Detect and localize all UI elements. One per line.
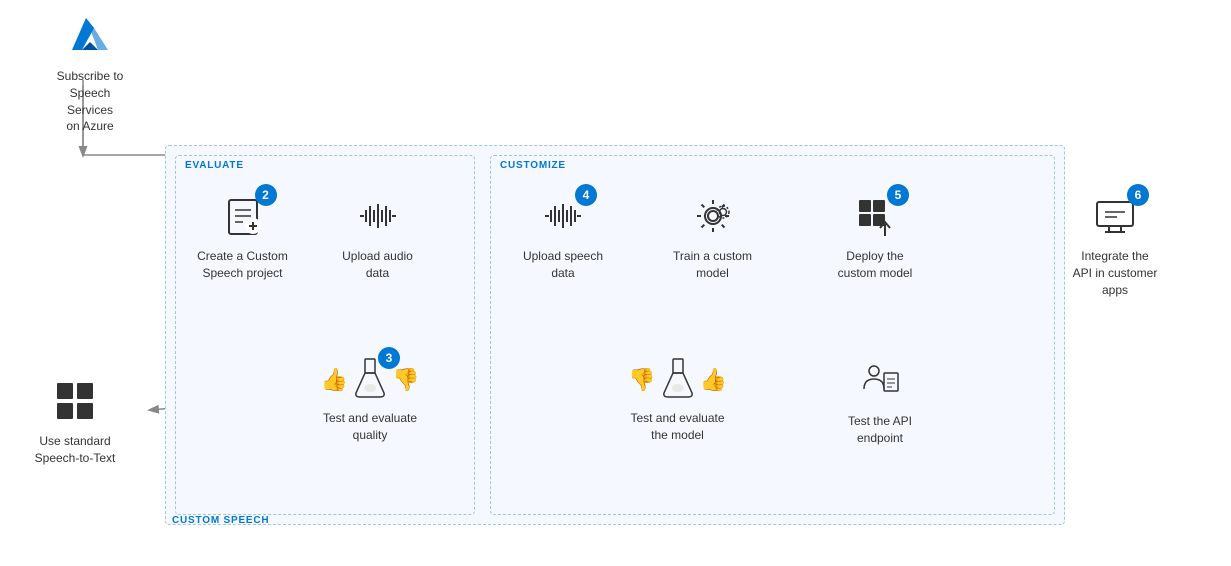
azure-icon xyxy=(64,10,116,62)
step-test-quality: 👍 3 👎 Test and evaluatequality xyxy=(310,355,430,444)
step-upload-speech: 4 Upload speechdata xyxy=(518,190,608,282)
step-integrate-api: 6 Integrate theAPI in customerapps xyxy=(1060,190,1170,298)
badge-6: 6 xyxy=(1127,184,1149,206)
evaluate-label: EVALUATE xyxy=(185,160,244,171)
step-standard-speech: Use standardSpeech-to-Text xyxy=(20,375,130,467)
customize-label: CUSTOMIZE xyxy=(500,160,566,171)
badge-2: 2 xyxy=(255,184,277,206)
step-test-model: 👎 👍 Test and evaluatethe model xyxy=(615,355,740,444)
step-upload-audio: Upload audiodata xyxy=(335,190,420,282)
step-test-endpoint: Test the APIendpoint xyxy=(830,355,930,447)
badge-4: 4 xyxy=(575,184,597,206)
step-azure: Subscribe toSpeech Serviceson Azure xyxy=(45,10,135,135)
azure-label: Subscribe toSpeech Serviceson Azure xyxy=(45,68,135,135)
train-icon xyxy=(687,190,739,242)
standard-speech-label: Use standardSpeech-to-Text xyxy=(35,433,116,467)
diagram-container: CUSTOM SPEECH EVALUATE CUSTOMIZE Subscri… xyxy=(0,0,1231,566)
flask-icon-1: 3 xyxy=(352,355,388,404)
custom-speech-label: CUSTOM SPEECH xyxy=(172,515,269,526)
endpoint-icon xyxy=(854,355,906,407)
standard-speech-icon xyxy=(49,375,101,427)
test-quality-label: Test and evaluatequality xyxy=(323,410,417,444)
test-model-label: Test and evaluatethe model xyxy=(630,410,724,444)
flask-icon-2 xyxy=(660,355,696,404)
audio-icon xyxy=(352,190,404,242)
badge-5: 5 xyxy=(887,184,909,206)
create-project-label: Create a CustomSpeech project xyxy=(197,248,288,282)
deploy-icon: 5 xyxy=(849,190,901,242)
step-train-model: Train a custommodel xyxy=(670,190,755,282)
thumb-up-green-2: 👍 xyxy=(700,367,727,393)
test-endpoint-label: Test the APIendpoint xyxy=(848,413,912,447)
project-icon: 2 xyxy=(217,190,269,242)
upload-audio-label: Upload audiodata xyxy=(342,248,413,282)
step-deploy-model: 5 Deploy thecustom model xyxy=(830,190,920,282)
step-create-project: 2 Create a CustomSpeech project xyxy=(190,190,295,282)
train-model-label: Train a custommodel xyxy=(673,248,752,282)
integrate-api-label: Integrate theAPI in customerapps xyxy=(1073,248,1158,298)
thumb-up-green-1: 👍 xyxy=(321,367,348,393)
badge-3: 3 xyxy=(378,347,400,369)
speech-audio-icon: 4 xyxy=(537,190,589,242)
thumb-down-red-2: 👎 xyxy=(628,367,655,393)
thumb-down-red-1: 👎 xyxy=(392,367,419,393)
deploy-model-label: Deploy thecustom model xyxy=(838,248,913,282)
integrate-icon: 6 xyxy=(1089,190,1141,242)
upload-speech-label: Upload speechdata xyxy=(523,248,603,282)
